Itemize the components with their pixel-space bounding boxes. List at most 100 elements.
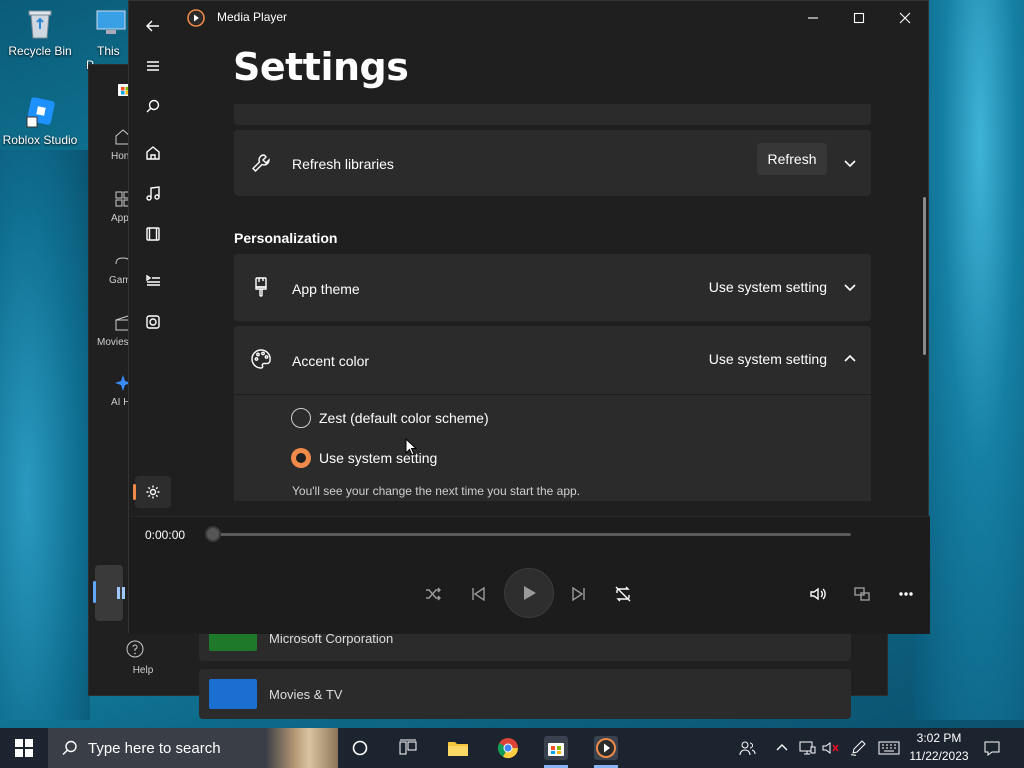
previous-button[interactable] [463, 579, 493, 609]
repeat-off-button[interactable] [608, 579, 638, 609]
close-icon [899, 12, 911, 24]
home-icon [146, 146, 160, 160]
selection-indicator [133, 484, 136, 500]
seek-thumb[interactable] [205, 526, 221, 542]
queue-icon [146, 274, 160, 286]
accent-color-value: Use system setting [708, 351, 827, 367]
clock-date[interactable]: 11/22/2023 [904, 749, 974, 763]
chevron-down-icon[interactable] [843, 280, 857, 294]
nav-settings[interactable] [133, 476, 171, 508]
chrome-icon [497, 738, 519, 759]
start-button[interactable] [12, 736, 36, 760]
taskbar-search[interactable]: Type here to search [48, 728, 338, 768]
notification-icon [984, 741, 1000, 756]
back-arrow-icon [146, 20, 159, 32]
accent-color-card[interactable]: Accent color Use system setting [234, 326, 871, 394]
network-icon [799, 741, 816, 755]
show-hidden-icons-button[interactable] [770, 736, 794, 760]
touch-keyboard-button[interactable] [877, 736, 901, 760]
search-placeholder: Type here to search [88, 739, 221, 757]
minimize-icon [808, 17, 818, 19]
desktop-icon-label: Recycle Bin [8, 44, 72, 58]
chevron-down-icon[interactable] [843, 156, 857, 170]
minimize-button[interactable] [790, 1, 836, 35]
more-dots-icon [899, 592, 913, 596]
recycle-bin-icon [23, 6, 57, 40]
seek-bar[interactable] [215, 533, 851, 536]
radio-button-selected[interactable] [291, 448, 311, 468]
hamburger-icon [147, 61, 159, 71]
search-icon [62, 740, 77, 755]
people-button[interactable] [735, 736, 759, 760]
search-icon [146, 99, 160, 113]
search-highlight-image [266, 728, 338, 768]
network-button[interactable] [795, 736, 819, 760]
menu-button[interactable] [135, 50, 171, 82]
store-nav-library-selected[interactable] [93, 565, 125, 621]
play-button[interactable] [504, 568, 554, 618]
gear-icon [146, 485, 160, 499]
desktop-icon-this-pc[interactable]: This P [86, 6, 130, 72]
windows-logo-icon [15, 739, 33, 757]
refresh-libraries-card[interactable]: Refresh libraries Refresh [234, 130, 871, 196]
more-options-button[interactable] [891, 579, 921, 609]
desktop-icon-recycle-bin[interactable]: Recycle Bin [0, 6, 80, 58]
radio-button[interactable] [291, 408, 311, 428]
accent-color-label: Accent color [292, 353, 370, 369]
nav-video-library[interactable] [135, 218, 171, 250]
store-taskbar-button[interactable] [544, 736, 568, 760]
help-icon [126, 640, 144, 658]
pen-workspace-button[interactable] [846, 736, 870, 760]
refresh-button[interactable]: Refresh [757, 143, 827, 175]
store-list-item[interactable]: Movies & TV [199, 669, 851, 719]
media-player-taskbar-button[interactable] [594, 736, 618, 760]
scrollbar-thumb[interactable] [923, 197, 926, 355]
nav-play-queue[interactable] [135, 264, 171, 296]
computer-icon [94, 6, 128, 40]
shuffle-button[interactable] [418, 579, 448, 609]
file-explorer-button[interactable] [446, 736, 470, 760]
chrome-button[interactable] [496, 736, 520, 760]
action-center-button[interactable] [980, 736, 1004, 760]
desktop-wallpaper-left [0, 150, 90, 720]
task-view-icon [399, 739, 417, 755]
mouse-cursor-icon [405, 438, 417, 456]
section-heading-personalization: Personalization [234, 230, 338, 246]
skip-previous-icon [472, 586, 485, 602]
next-button[interactable] [564, 579, 594, 609]
app-theme-card[interactable]: App theme Use system setting [234, 254, 871, 321]
accent-option-zest[interactable]: Zest (default color scheme) [291, 408, 489, 428]
nav-home[interactable] [135, 137, 171, 169]
back-button[interactable] [135, 10, 171, 42]
page-title: Settings [233, 45, 409, 89]
chevron-up-icon [776, 744, 788, 751]
search-button[interactable] [135, 90, 171, 122]
film-icon [146, 227, 160, 241]
cortana-button[interactable] [348, 736, 372, 760]
keyboard-icon [878, 741, 900, 755]
playback-bar: 0:00:00 [129, 516, 930, 634]
repeat-off-icon [615, 586, 631, 602]
close-button[interactable] [882, 1, 928, 35]
task-view-button[interactable] [396, 736, 420, 760]
app-thumbnail [209, 679, 257, 709]
desktop-icon-roblox-studio[interactable]: Roblox Studio [0, 95, 80, 147]
volume-button[interactable] [803, 579, 833, 609]
chevron-up-icon[interactable] [843, 352, 857, 366]
volume-muted-button[interactable] [819, 736, 843, 760]
refresh-libraries-label: Refresh libraries [292, 156, 394, 172]
playlist-icon [146, 315, 160, 329]
paintbrush-icon [250, 276, 272, 298]
folder-icon [448, 742, 468, 756]
nav-music-library[interactable] [135, 178, 171, 210]
mini-player-button[interactable] [847, 579, 877, 609]
app-theme-value: Use system setting [708, 279, 827, 295]
nav-playlists[interactable] [135, 306, 171, 338]
music-note-icon [146, 186, 160, 201]
clock-time[interactable]: 3:02 PM [904, 731, 974, 745]
store-nav-help[interactable]: Help [89, 639, 161, 676]
maximize-button[interactable] [836, 1, 882, 35]
settings-card-partial [234, 104, 871, 125]
media-player-sidebar [129, 1, 177, 516]
volume-icon [810, 587, 826, 601]
